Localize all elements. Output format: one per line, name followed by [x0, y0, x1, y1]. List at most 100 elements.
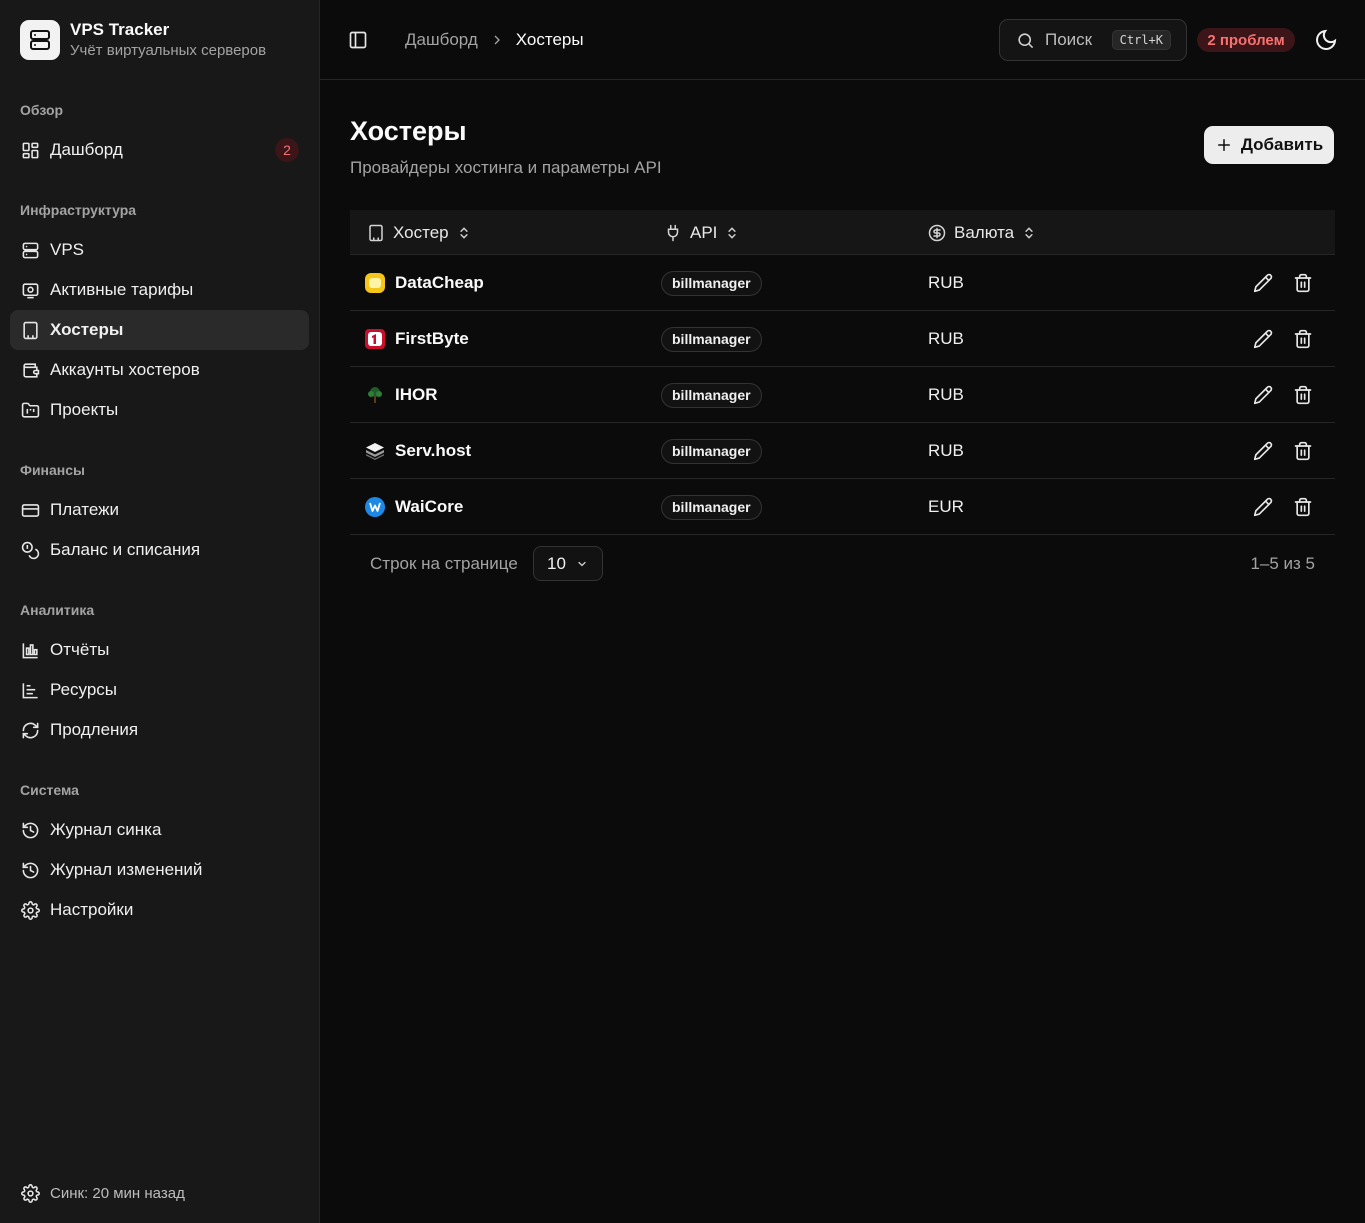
gear-icon — [20, 900, 40, 920]
sidebar-item-vps[interactable]: VPS — [10, 230, 309, 270]
top-header: Дашборд Хостеры Поиск Ctrl+K 2 проблем — [320, 0, 1365, 80]
plus-icon — [1215, 136, 1233, 154]
sidebar: VPS Tracker Учёт виртуальных серверов Об… — [0, 0, 320, 1223]
table-row[interactable]: Serv.host billmanager RUB — [350, 423, 1335, 479]
column-header-api[interactable]: API — [664, 210, 739, 255]
api-badge: billmanager — [661, 327, 762, 352]
sidebar-item-label: Баланс и списания — [50, 540, 201, 559]
nav-heading: Инфраструктура — [20, 202, 137, 218]
trash-icon[interactable] — [1293, 441, 1313, 461]
search-shortcut-hint: Ctrl+K — [1111, 30, 1171, 50]
breadcrumb-dashboard-link[interactable]: Дашборд — [405, 30, 478, 50]
pencil-icon[interactable] — [1253, 385, 1273, 405]
sidebar-item-renewals[interactable]: Продления — [10, 710, 309, 750]
api-badge: billmanager — [661, 439, 762, 464]
sidebar-item-label: Журнал синка — [50, 820, 162, 839]
sidebar-item-projects[interactable]: Проекты — [10, 390, 309, 430]
servhost-logo — [364, 440, 386, 462]
breadcrumb: Дашборд Хостеры — [405, 28, 584, 52]
sidebar-item-active-tariffs[interactable]: Активные тарифы — [10, 270, 309, 310]
nav-heading: Финансы — [20, 462, 85, 478]
sidebar-item-label: Платежи — [50, 500, 119, 519]
trash-icon[interactable] — [1293, 329, 1313, 349]
currency-cell: RUB — [928, 273, 964, 292]
server-icon — [20, 240, 40, 260]
breadcrumb-current: Хостеры — [515, 30, 584, 49]
sidebar-item-resources[interactable]: Ресурсы — [10, 670, 309, 710]
host-name[interactable]: WaiCore — [395, 497, 463, 517]
app-subtitle: Учёт виртуальных серверов — [70, 42, 267, 59]
sidebar-item-label: Продления — [50, 720, 139, 739]
add-button-label: Добавить — [1240, 135, 1324, 154]
page-title: Хостеры — [350, 116, 467, 146]
waicore-logo — [364, 496, 386, 518]
firstbyte-logo — [364, 328, 386, 350]
pencil-icon[interactable] — [1253, 273, 1273, 293]
brand[interactable]: VPS Tracker Учёт виртуальных серверов — [20, 20, 266, 60]
pencil-icon[interactable] — [1253, 441, 1273, 461]
sidebar-item-change-log[interactable]: Журнал изменений — [10, 850, 309, 890]
nav-section-system: Система Журнал синка Журнал изменений На… — [10, 780, 309, 930]
sidebar-toggle-icon[interactable] — [348, 30, 368, 50]
hosters-table: Хостер API Валюта DataCheap billmanager … — [350, 210, 1335, 535]
pencil-icon[interactable] — [1253, 329, 1273, 349]
currency-cell: RUB — [928, 329, 964, 348]
chart-axis-icon — [20, 680, 40, 700]
folder-kanban-icon — [20, 400, 40, 420]
trash-icon[interactable] — [1293, 385, 1313, 405]
sync-status[interactable]: Синк: 20 мин назад — [20, 1183, 185, 1203]
table-row[interactable]: FirstByte billmanager RUB — [350, 311, 1335, 367]
sidebar-item-dashboard[interactable]: Дашборд 2 — [10, 130, 309, 170]
sidebar-item-hoster-accounts[interactable]: Аккаунты хостеров — [10, 350, 309, 390]
api-badge: billmanager — [661, 383, 762, 408]
trash-icon[interactable] — [1293, 497, 1313, 517]
host-name[interactable]: FirstByte — [395, 329, 469, 349]
table-row[interactable]: DataCheap billmanager RUB — [350, 255, 1335, 311]
sidebar-item-payments[interactable]: Платежи — [10, 490, 309, 530]
chevron-right-icon — [489, 32, 505, 48]
problems-badge[interactable]: 2 проблем — [1197, 28, 1295, 52]
tariff-icon — [20, 280, 40, 300]
table-row[interactable]: IHOR billmanager RUB — [350, 367, 1335, 423]
search-input[interactable]: Поиск Ctrl+K — [999, 19, 1187, 61]
sidebar-item-balance[interactable]: Баланс и списания — [10, 530, 309, 570]
trash-icon[interactable] — [1293, 273, 1313, 293]
host-name[interactable]: Serv.host — [395, 441, 471, 461]
search-placeholder: Поиск — [1045, 30, 1093, 49]
plug-icon — [664, 224, 682, 242]
dashboard-problems-badge: 2 — [275, 138, 299, 162]
sidebar-item-hosters[interactable]: Хостеры — [10, 310, 309, 350]
sidebar-item-settings[interactable]: Настройки — [10, 890, 309, 930]
column-header-currency[interactable]: Валюта — [928, 210, 1036, 255]
history-icon — [20, 820, 40, 840]
sidebar-item-label: Проекты — [50, 400, 119, 419]
rows-per-page-label: Строк на странице — [370, 554, 518, 573]
table-row[interactable]: WaiCore billmanager EUR — [350, 479, 1335, 535]
sidebar-item-label: VPS — [50, 240, 85, 259]
host-name[interactable]: IHOR — [395, 385, 438, 405]
refresh-icon — [20, 720, 40, 740]
chevron-down-icon — [576, 558, 588, 570]
nav-section-finance: Финансы Платежи Баланс и списания — [10, 460, 309, 570]
sidebar-item-label: Настройки — [50, 900, 134, 919]
sync-status-text: Синк: 20 мин назад — [50, 1184, 185, 1202]
sidebar-item-reports[interactable]: Отчёты — [10, 630, 309, 670]
currency-cell: EUR — [928, 497, 964, 516]
add-hoster-button[interactable]: Добавить — [1204, 126, 1334, 164]
sidebar-item-sync-log[interactable]: Журнал синка — [10, 810, 309, 850]
currency-cell: RUB — [928, 441, 964, 460]
sort-icon — [457, 226, 471, 240]
nav-section-infrastructure: Инфраструктура VPS Активные тарифы Хосте… — [10, 200, 309, 430]
rows-per-page-select[interactable]: 10 — [533, 546, 603, 581]
sidebar-item-label: Ресурсы — [50, 680, 118, 699]
wallet-icon — [20, 360, 40, 380]
column-header-host[interactable]: Хостер — [367, 210, 471, 255]
pencil-icon[interactable] — [1253, 497, 1273, 517]
api-badge: billmanager — [661, 495, 762, 520]
host-name[interactable]: DataCheap — [395, 273, 484, 293]
sidebar-item-label: Отчёты — [50, 640, 110, 659]
moon-icon[interactable] — [1314, 28, 1338, 52]
coins-icon — [20, 540, 40, 560]
layout-dashboard-icon — [20, 140, 40, 160]
app-title: VPS Tracker — [70, 20, 170, 39]
